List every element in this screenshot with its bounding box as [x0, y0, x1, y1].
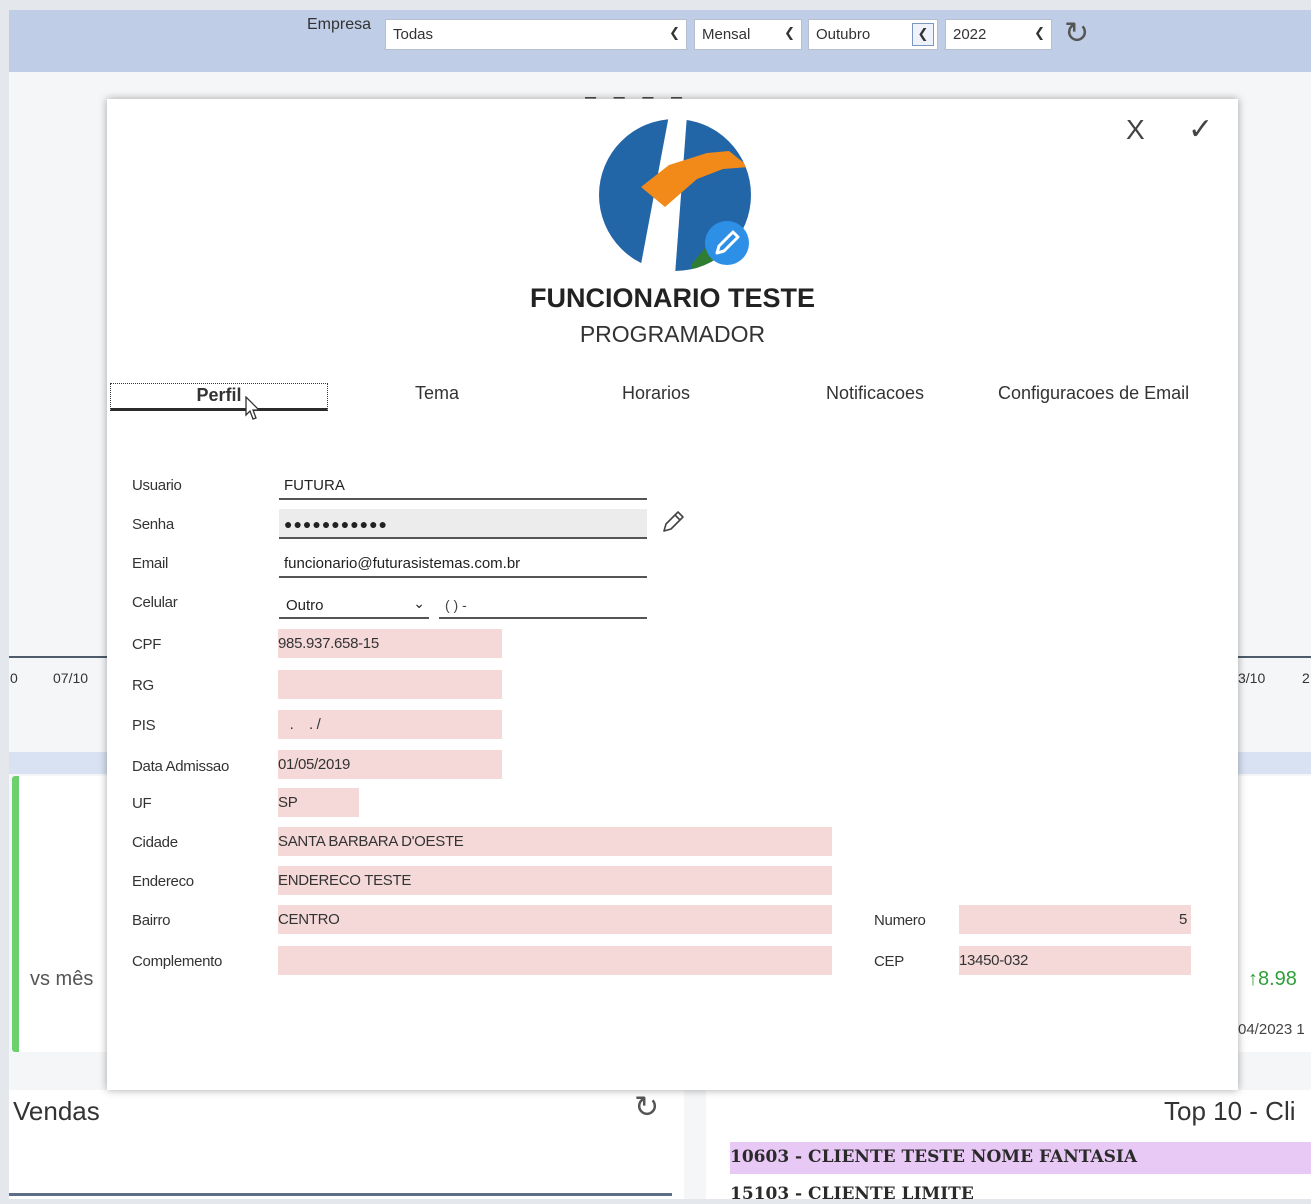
- usuario-label: Usuario: [132, 477, 182, 494]
- mouse-cursor-icon: [245, 396, 261, 420]
- complemento-label: Complemento: [132, 953, 223, 970]
- cpf-input[interactable]: 985.937.658-15: [278, 629, 502, 658]
- celular-label: Celular: [132, 594, 178, 611]
- refresh-icon[interactable]: ↻: [1064, 16, 1089, 51]
- axis-tick: 07/10: [53, 670, 89, 686]
- client-name: 15103 - CLIENTE LIMITE: [730, 1184, 974, 1204]
- confirm-button[interactable]: ✓: [1188, 112, 1213, 147]
- cep-label: CEP: [874, 953, 904, 970]
- tab-configuracoes-email[interactable]: Configuracoes de Email: [998, 383, 1189, 404]
- kpi-card-text: vs mês: [30, 968, 94, 990]
- pis-input[interactable]: . . /: [278, 710, 502, 739]
- admissao-input[interactable]: 01/05/2019: [278, 750, 502, 779]
- admissao-label: Data Admissao: [132, 758, 229, 775]
- section-band: [9, 752, 107, 774]
- profile-avatar[interactable]: [599, 115, 759, 275]
- company-logo-icon: [599, 119, 751, 271]
- user-role: PROGRAMADOR: [579, 321, 766, 347]
- kpi-card: [12, 776, 110, 1052]
- celular-type-select[interactable]: Outro ⌄: [279, 591, 429, 619]
- numero-label: Numero: [874, 912, 926, 929]
- kpi-trend-date: 04/2023 1: [1238, 1021, 1305, 1038]
- chevron-down-icon: ❮: [912, 23, 934, 46]
- cidade-input[interactable]: SANTA BARBARA D'OESTE: [278, 827, 832, 856]
- axis-tick: 3/10: [1238, 670, 1266, 686]
- email-label: Email: [132, 555, 169, 572]
- user-name: FUNCIONARIO TESTE: [529, 283, 815, 313]
- celular-type-value: Outro: [286, 597, 324, 614]
- vendas-panel: [9, 1090, 684, 1199]
- uf-input[interactable]: SP: [278, 788, 359, 817]
- tab-notificacoes[interactable]: Notificacoes: [826, 383, 924, 404]
- rg-input[interactable]: [278, 670, 502, 699]
- endereco-input[interactable]: ENDERECO TESTE: [278, 866, 832, 895]
- chart-axis-left: [9, 656, 107, 658]
- pis-label: PIS: [132, 717, 156, 734]
- empresa-select-value: Todas: [393, 26, 434, 43]
- bairro-input[interactable]: CENTRO: [278, 905, 832, 934]
- usuario-input[interactable]: FUTURA: [279, 470, 647, 500]
- periodo-select-value: Mensal: [702, 26, 751, 43]
- refresh-icon[interactable]: ↻: [634, 1090, 659, 1125]
- tab-perfil[interactable]: Perfil: [110, 383, 328, 411]
- edit-password-icon[interactable]: [659, 508, 687, 536]
- profile-modal: X ✓ FUNCIONARIO TESTE PROGRAMADOR Perfil…: [107, 99, 1238, 1090]
- tab-tema[interactable]: Tema: [415, 383, 459, 404]
- bairro-label: Bairro: [132, 912, 171, 929]
- vendas-divider: [9, 1193, 672, 1196]
- mes-select-value: Outubro: [816, 26, 871, 43]
- cidade-label: Cidade: [132, 834, 178, 851]
- chevron-down-icon: ⌄: [413, 595, 425, 611]
- kpi-card-right: [1238, 776, 1311, 1052]
- rg-label: RG: [132, 677, 154, 694]
- axis-tick: 2: [1302, 670, 1310, 686]
- chevron-down-icon: ❮: [669, 25, 680, 40]
- empresa-label: Empresa: [307, 16, 372, 33]
- chevron-down-icon: ❮: [784, 25, 795, 40]
- cep-input[interactable]: 13450-032: [959, 946, 1191, 975]
- celular-input[interactable]: ( ) -: [439, 591, 647, 619]
- close-button[interactable]: X: [1126, 114, 1145, 146]
- uf-label: UF: [132, 795, 152, 812]
- empresa-select[interactable]: Todas ❮: [385, 19, 687, 50]
- client-row[interactable]: 10603 - CLIENTE TESTE NOME FANTASIA: [730, 1142, 1311, 1174]
- vendas-title: Vendas: [13, 1096, 100, 1126]
- section-band: [1238, 752, 1311, 774]
- periodo-select[interactable]: Mensal ❮: [694, 19, 802, 50]
- endereco-label: Endereco: [132, 873, 194, 890]
- top10-title: Top 10 - Cli: [1164, 1096, 1296, 1126]
- ano-select[interactable]: 2022 ❮: [945, 19, 1052, 50]
- client-name: 10603 - CLIENTE TESTE NOME FANTASIA: [730, 1147, 1138, 1167]
- email-input[interactable]: funcionario@futurasistemas.com.br: [279, 548, 647, 578]
- senha-label: Senha: [132, 516, 174, 533]
- ano-select-value: 2022: [953, 26, 987, 43]
- numero-input[interactable]: 5: [959, 905, 1191, 934]
- kpi-trend-value: ↑8.98: [1248, 968, 1297, 990]
- axis-tick: 0: [10, 670, 18, 686]
- client-row[interactable]: 15103 - CLIENTE LIMITE: [730, 1184, 974, 1204]
- chart-axis-right: [1238, 656, 1311, 658]
- senha-input[interactable]: ●●●●●●●●●●●: [279, 509, 647, 539]
- chevron-down-icon: ❮: [1034, 25, 1045, 40]
- mes-select[interactable]: Outubro ❮: [808, 19, 938, 50]
- tab-horarios[interactable]: Horarios: [622, 383, 690, 404]
- cpf-label: CPF: [132, 636, 162, 653]
- complemento-input[interactable]: [278, 946, 832, 975]
